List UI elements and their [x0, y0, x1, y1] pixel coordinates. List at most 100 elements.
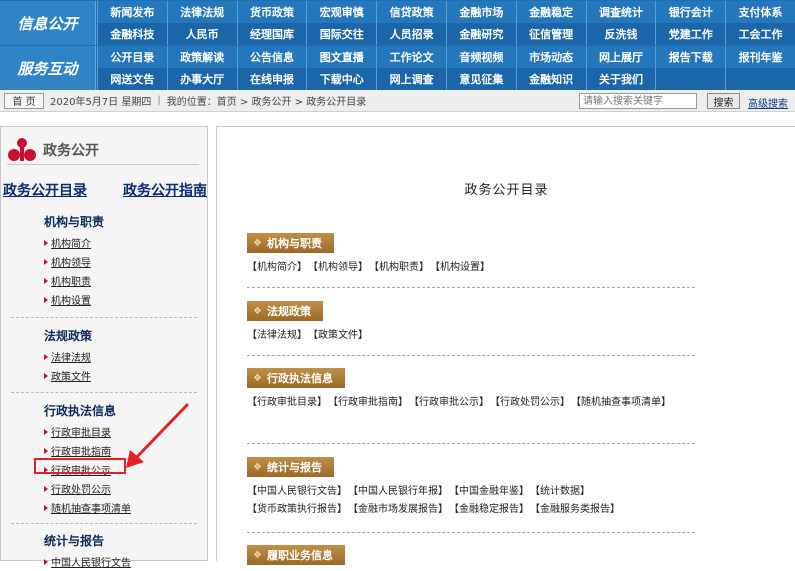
nav-item[interactable]: 新闻发布 [97, 1, 167, 23]
sidebar-title: 政务公开 [43, 142, 99, 159]
content-link[interactable]: 【统计数据】 [535, 486, 590, 497]
nav-item[interactable]: 公开目录 [97, 46, 167, 68]
sidebar-item[interactable]: 随机抽查事项清单 [44, 498, 131, 517]
info-disclosure-label: 信息公开 [0, 1, 96, 45]
content-link[interactable]: 【金融市场发展报告】 [353, 504, 448, 515]
nav-item[interactable]: 货币政策 [236, 1, 307, 23]
home-button[interactable]: 首 页 [4, 92, 44, 109]
content-section-title: 机构与职责 [266, 237, 322, 250]
sidebar-item[interactable]: 机构设置 [44, 290, 91, 309]
nav-item[interactable]: 国际交往 [306, 23, 376, 45]
annotation-highlight-box [34, 458, 126, 474]
content-section-heading: ❖ 履职业务信息 [247, 545, 345, 565]
sidebar-item-label[interactable]: 机构设置 [51, 292, 91, 307]
nav-item[interactable]: 反洗钱 [585, 23, 656, 45]
content-link[interactable]: 【机构领导】 [313, 262, 368, 273]
content-link[interactable]: 【机构职责】 [374, 262, 429, 273]
nav-item[interactable]: 金融研究 [445, 23, 516, 45]
content-link[interactable]: 【金融服务类报告】 [535, 504, 620, 515]
content-link[interactable]: 【中国人民银行年报】 [353, 486, 448, 497]
nav-item[interactable]: 网送文告 [97, 68, 167, 90]
nav-item[interactable]: 意见征集 [445, 68, 516, 90]
sidebar-item-label[interactable]: 随机抽查事项清单 [51, 500, 131, 515]
sidebar-item-label[interactable]: 中国人民银行文告 [51, 554, 131, 569]
sidebar-item[interactable]: 机构简介 [44, 233, 91, 252]
content-link[interactable]: 【政策文件】 [313, 330, 368, 341]
nav-row-1: 新闻发布 法律法规 货币政策 宏观审慎 信贷政策 金融市场 金融稳定 调查统计 … [97, 1, 795, 23]
nav-item[interactable]: 办事大厅 [166, 68, 237, 90]
content-link[interactable]: 【机构设置】 [435, 262, 490, 273]
content-link[interactable]: 【货币政策执行报告】 [247, 504, 347, 515]
sidebar-item[interactable]: 机构领导 [44, 252, 91, 271]
sidebar-item-label[interactable]: 政策文件 [51, 368, 91, 383]
sidebar-item[interactable]: 行政审批目录 [44, 422, 131, 441]
catalog-link[interactable]: 政务公开目录 [3, 180, 87, 200]
nav-item[interactable]: 音频视频 [445, 46, 516, 68]
nav-row-3: 公开目录 政策解读 公告信息 图文直播 工作论文 音频视频 市场动态 网上展厅 … [97, 46, 795, 68]
content-link[interactable]: 【行政审批指南】 [333, 397, 408, 408]
sidebar-item-label[interactable]: 机构职责 [51, 273, 91, 288]
sidebar-item-label[interactable]: 行政审批指南 [51, 443, 111, 458]
content-section-title: 统计与报告 [266, 461, 322, 474]
content-link[interactable]: 【行政处罚公示】 [495, 397, 570, 408]
content-link[interactable]: 【机构简介】 [247, 262, 307, 273]
nav-item[interactable]: 关于我们 [585, 68, 656, 90]
nav-item[interactable]: 信贷政策 [376, 1, 446, 23]
search-input[interactable] [579, 93, 697, 109]
nav-item[interactable]: 金融市场 [445, 1, 516, 23]
nav-item[interactable]: 公告信息 [236, 46, 307, 68]
nav-item[interactable]: 下载中心 [306, 68, 376, 90]
breadcrumb: 我的位置：首页 > 政务公开 > 政务公开目录 [166, 97, 367, 108]
nav-item[interactable]: 网上展厅 [585, 46, 656, 68]
nav-item[interactable]: 银行会计 [655, 1, 725, 23]
content-link[interactable]: 【法律法规】 [247, 330, 307, 341]
sidebar-item[interactable]: 中国人民银行文告 [44, 552, 131, 571]
nav-item[interactable]: 金融科技 [97, 23, 167, 45]
content-link[interactable]: 【行政审批公示】 [414, 397, 489, 408]
guide-link[interactable]: 政务公开指南 [123, 180, 207, 200]
nav-item[interactable]: 工作论文 [376, 46, 446, 68]
nav-item[interactable]: 在线申报 [236, 68, 307, 90]
content-link[interactable]: 【金融稳定报告】 [454, 504, 529, 515]
nav-item[interactable]: 人员招录 [376, 23, 446, 45]
content-link[interactable]: 【中国人民银行文告】 [247, 486, 347, 497]
bullet-icon [44, 277, 48, 284]
nav-item[interactable]: 征信管理 [515, 23, 586, 45]
nav-item[interactable]: 党建工作 [655, 23, 725, 45]
nav-item[interactable]: 经理国库 [236, 23, 307, 45]
nav-item[interactable]: 政策解读 [166, 46, 237, 68]
sidebar-section-heading: 法规政策 [44, 329, 93, 343]
sidebar-item-label[interactable]: 行政审批目录 [51, 424, 111, 439]
content-link[interactable]: 【行政审批目录】 [247, 397, 327, 408]
bullet-icon: ❖ [253, 549, 262, 561]
search-button[interactable]: 搜索 [707, 93, 740, 109]
nav-item[interactable]: 工会工作 [725, 23, 795, 45]
nav-item[interactable]: 网上调查 [376, 68, 446, 90]
sidebar-item-label[interactable]: 机构简介 [51, 235, 91, 250]
nav-item[interactable]: 支付体系 [725, 1, 795, 23]
nav-row-4: 网送文告 办事大厅 在线申报 下载中心 网上调查 意见征集 金融知识 关于我们 [97, 68, 795, 90]
nav-item[interactable]: 图文直播 [306, 46, 376, 68]
nav-item[interactable]: 人民币 [166, 23, 237, 45]
nav-item[interactable]: 报告下载 [655, 46, 725, 68]
annotation-arrow-icon [126, 402, 190, 468]
sidebar-item[interactable]: 法律法规 [44, 347, 91, 366]
sidebar-item[interactable]: 机构职责 [44, 271, 91, 290]
nav-item[interactable]: 市场动态 [515, 46, 586, 68]
nav-item[interactable]: 法律法规 [166, 1, 237, 23]
sidebar-item[interactable]: 行政处罚公示 [44, 479, 131, 498]
divider [247, 443, 695, 444]
nav-item[interactable]: 调查统计 [585, 1, 656, 23]
sidebar-item[interactable]: 政策文件 [44, 366, 91, 385]
content-link[interactable]: 【中国金融年鉴】 [454, 486, 529, 497]
nav-item[interactable]: 报刊年鉴 [725, 46, 795, 68]
content-section-links: 【机构简介】 【机构领导】 【机构职责】 【机构设置】 [247, 259, 695, 277]
advanced-search-link[interactable]: 高级搜索 [748, 95, 788, 110]
nav-item[interactable]: 金融知识 [515, 68, 586, 90]
nav-item[interactable]: 宏观审慎 [306, 1, 376, 23]
content-link[interactable]: 【随机抽查事项清单】 [576, 397, 671, 408]
sidebar-item-label[interactable]: 法律法规 [51, 349, 91, 364]
sidebar-item-label[interactable]: 行政处罚公示 [51, 481, 111, 496]
nav-item[interactable]: 金融稳定 [515, 1, 586, 23]
sidebar-item-label[interactable]: 机构领导 [51, 254, 91, 269]
